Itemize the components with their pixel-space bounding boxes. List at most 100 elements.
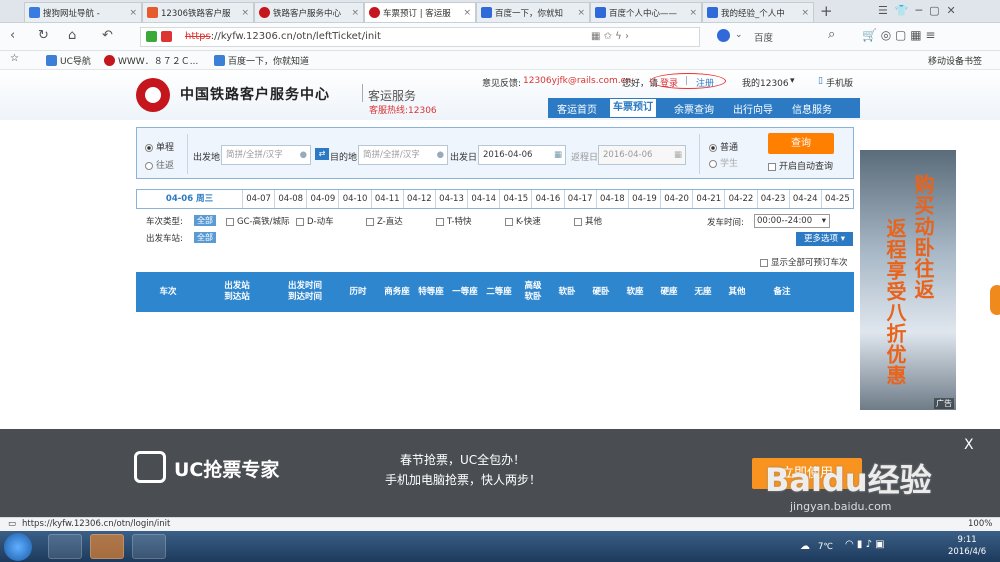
feedback-email[interactable]: 12306yjfk@rails.com.cn [523,76,631,86]
star-icon[interactable]: ☆ [10,53,19,64]
browser-tab-7[interactable]: 我的经验_个人中 × [702,2,814,22]
nav-tickets[interactable]: 车票预订 [610,99,656,117]
date-tab[interactable]: 04-14 [467,190,499,208]
url-tools-icons[interactable]: ▦ ✩ ϟ › [591,28,629,46]
date-tab[interactable]: 04-10 [338,190,370,208]
home-icon[interactable]: ⌂ [68,28,76,44]
qq-icon[interactable] [48,534,82,559]
calendar-icon[interactable]: ▦ [554,146,562,164]
side-float-button[interactable] [990,285,1000,315]
date-tab[interactable]: 04-25 [820,190,853,208]
calendar-icon[interactable]: ▦ [674,146,682,164]
date-tab[interactable]: 04-20 [660,190,692,208]
new-tab-button[interactable]: + [820,2,833,20]
filter-gc[interactable]: GC-高铁/城际 [226,215,289,227]
date-tab[interactable]: 04-13 [434,190,467,208]
close-icon[interactable]: × [351,8,359,18]
toolbar-icons[interactable]: 🛒 ◎ ▢ ▦ ≡ [862,28,935,42]
search-icon[interactable]: ⌕ [828,27,835,42]
date-tab[interactable]: 04-18 [595,190,628,208]
close-icon[interactable]: × [801,8,809,18]
show-all-checkbox[interactable]: 显示全部可预订车次 [760,256,848,268]
swap-icon[interactable]: ⇄ [315,148,329,160]
filter-other[interactable]: 其他 [574,215,602,227]
radio-oneway[interactable]: 单程 [145,140,174,153]
search-engine-name[interactable]: 百度 [754,30,773,44]
browser-tab-1[interactable]: 搜狗网址导航 - × [24,2,142,22]
close-icon[interactable]: × [577,8,585,18]
date-tab[interactable]: 04-15 [499,190,531,208]
uc-line-1: 春节抢票，UC全包办！ [400,453,526,467]
from-input[interactable]: 简拼/全拼/汉字 ● [221,145,311,165]
station-all[interactable]: 全部 [194,232,216,243]
nav-remaining[interactable]: 余票查询 [674,101,714,116]
depart-date-input[interactable]: 2016-04-06 ▦ [478,145,566,165]
bookmark-872c[interactable]: WWW．８７２Ｃ... [104,54,198,67]
filter-t[interactable]: T-特快 [436,215,471,227]
auto-query-checkbox[interactable]: 开启自动查询 [768,159,833,172]
ad-line-2: 返程享受八折优惠 [883,218,907,386]
date-tab[interactable]: 04-17 [563,190,596,208]
nav-guide[interactable]: 出行向导 [733,101,773,116]
more-options-button[interactable]: 更多选项 ▾ [796,232,853,246]
bookmark-uc[interactable]: UC导航 [46,54,91,67]
date-tab[interactable]: 04-07 [242,190,274,208]
date-tab[interactable]: 04-23 [756,190,789,208]
browser-tab-3[interactable]: 铁路客户服务中心 × [254,2,364,22]
date-tab[interactable]: 04-21 [692,190,724,208]
depart-time-select[interactable]: 00:00--24:00 ▾ [754,214,830,228]
start-button[interactable] [4,533,32,561]
date-tab[interactable]: 04-22 [724,190,756,208]
filter-k[interactable]: K-快速 [505,215,541,227]
mobile-link[interactable]: 手机版 [826,76,853,89]
date-tab[interactable]: 04-09 [306,190,338,208]
filter-z[interactable]: Z-直达 [366,215,403,227]
train-type-all[interactable]: 全部 [194,215,216,226]
uc-close-button[interactable]: X [964,437,974,453]
date-tab[interactable]: 04-24 [788,190,821,208]
column-header[interactable]: 出发时间 到达时间 [274,272,336,312]
to-input[interactable]: 简拼/全拼/汉字 ● [358,145,448,165]
nav-home[interactable]: 客运首页 [557,101,597,116]
search-engine-dropdown[interactable]: ⌄ [735,30,743,40]
zoom-level[interactable]: 100% [968,518,992,531]
close-icon[interactable]: × [463,8,471,18]
undo-icon[interactable]: ↶ [102,28,113,44]
back-icon[interactable]: ‹ [10,28,15,44]
browser-tab-4-active[interactable]: 车票预订 | 客运服 × [364,2,476,22]
filter-d[interactable]: D-动车 [296,215,334,227]
chevron-down-icon[interactable]: ▾ [790,76,795,86]
close-icon[interactable]: × [689,8,697,18]
date-tab-selected[interactable]: 04-06 周三 [137,190,242,208]
date-tab[interactable]: 04-19 [627,190,660,208]
return-date-input[interactable]: 2016-04-06 ▦ [598,145,686,165]
uc-browser-icon[interactable] [90,534,124,559]
column-header: 一等座 [452,286,478,297]
radio-return[interactable]: 往返 [145,158,174,171]
radio-normal[interactable]: 普通 [709,140,738,153]
refresh-icon[interactable]: ↻ [38,28,49,44]
bookmark-mobile[interactable]: 移动设备书签 [928,54,982,67]
window-controls[interactable]: ☰ 👕 ─ ▢ ✕ [878,4,956,17]
date-tab[interactable]: 04-16 [531,190,563,208]
ad-banner[interactable]: 购买动卧往返 返程享受八折优惠 广告 [860,150,956,410]
tray-icons[interactable]: ◠ ▮ ♪ ▣ [845,539,885,550]
date-tab[interactable]: 04-12 [402,190,435,208]
url-input[interactable]: https://kyfw.12306.cn/otn/leftTicket/ini… [140,27,700,47]
clock[interactable]: 9:11 2016/4/6 [948,534,986,558]
close-icon[interactable]: × [129,8,137,18]
my12306-link[interactable]: 我的12306 [742,76,789,89]
column-header[interactable]: 历时 [336,272,380,312]
nav-info[interactable]: 信息服务 [792,101,832,116]
radio-student[interactable]: 学生 [709,156,738,169]
browser-tab-2[interactable]: 12306铁路客户服 × [142,2,254,22]
query-button[interactable]: 查询 [768,133,834,154]
baidu-paw-icon[interactable] [717,29,730,42]
browser-tab-6[interactable]: 百度个人中心—— × [590,2,702,22]
close-icon[interactable]: × [241,8,249,18]
date-tab[interactable]: 04-08 [274,190,306,208]
bookmark-baidu[interactable]: 百度一下，你就知道 [214,54,309,67]
browser-tab-5[interactable]: 百度一下，你就知 × [476,2,590,22]
date-tab[interactable]: 04-11 [370,190,403,208]
paint-icon[interactable] [132,534,166,559]
